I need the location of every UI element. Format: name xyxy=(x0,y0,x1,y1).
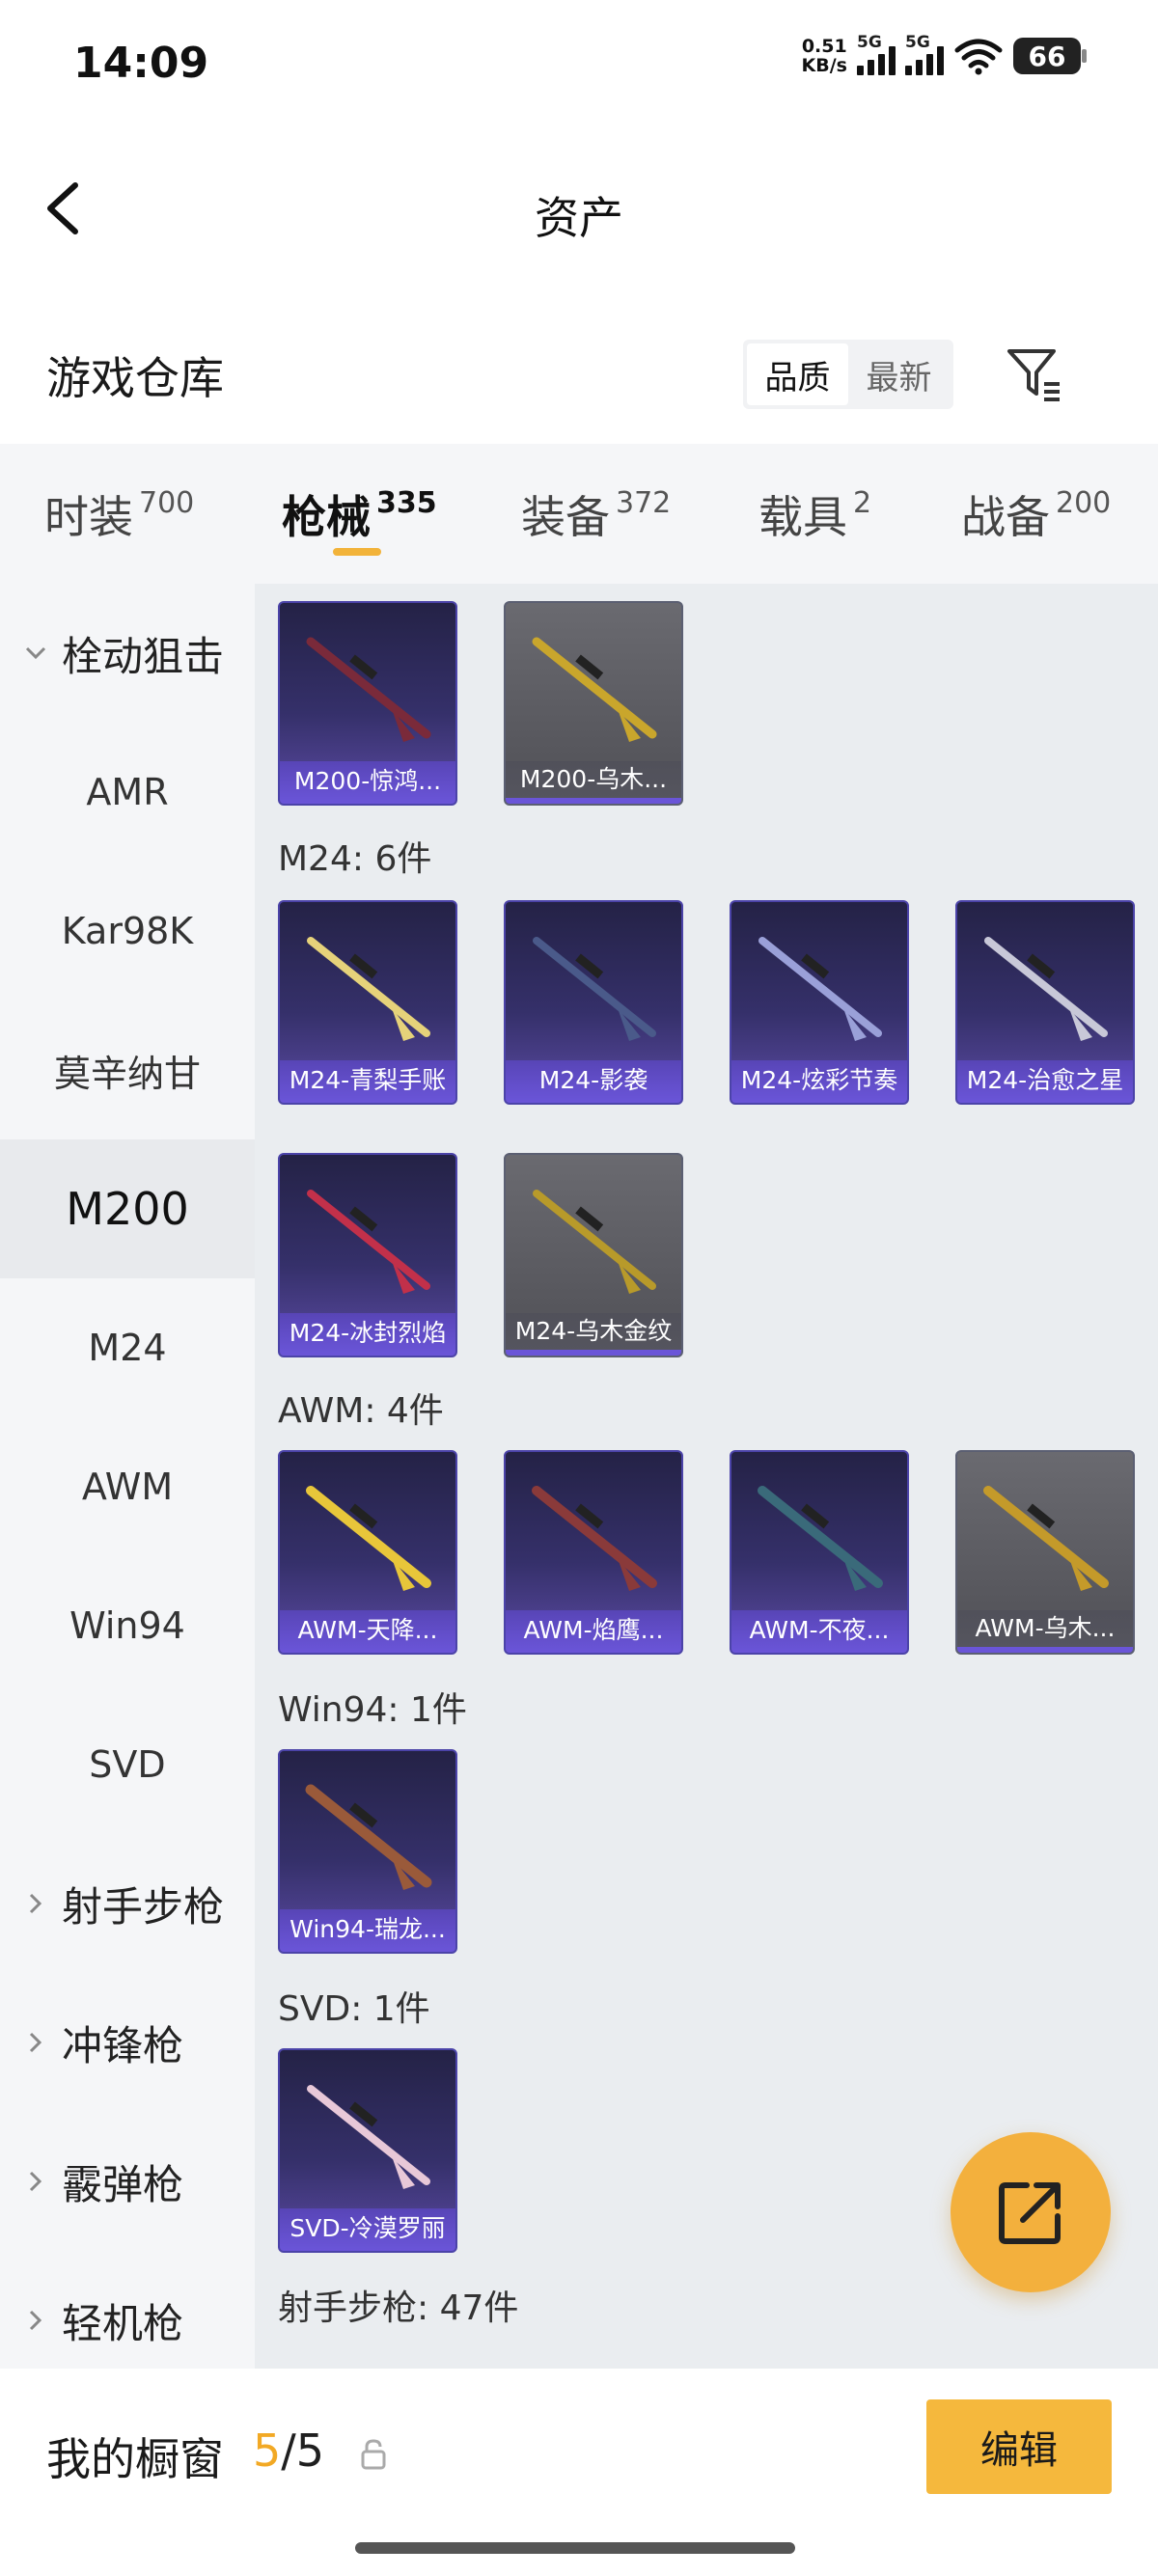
group-label-awm: AWM: 4件 xyxy=(278,1391,444,1431)
weapon-card[interactable]: M24-乌木金纹 xyxy=(504,1153,683,1357)
sidebar-item-mosin[interactable]: 莫辛纳甘 xyxy=(0,1000,255,1139)
share-icon xyxy=(999,2182,1061,2244)
weapon-card[interactable]: M24-青梨手账 xyxy=(278,900,457,1105)
nav-header: 资产 xyxy=(0,154,1158,260)
signal-icon: 5G xyxy=(857,33,896,75)
group-label-win94: Win94: 1件 xyxy=(278,1690,467,1730)
page-title: 资产 xyxy=(535,192,623,244)
sort-option-quality[interactable]: 品质 xyxy=(747,343,848,405)
sidebar-item-kar98k[interactable]: Kar98K xyxy=(0,862,255,1000)
battery-icon: 66 xyxy=(1013,38,1087,74)
weapon-skin-image xyxy=(307,1190,430,1294)
weapon-card[interactable]: Win94-瑞龙... xyxy=(278,1749,457,1954)
sidebar-group-marksman[interactable]: 射手步枪 xyxy=(0,1834,255,1973)
weapon-grid: M200-惊鸿... M200-乌木... M24: 6件 M24-青梨手账 M… xyxy=(255,584,1158,2369)
weapon-skin-image xyxy=(307,937,430,1041)
weapon-card[interactable]: M24-炫彩节奏 xyxy=(730,900,909,1105)
share-button[interactable] xyxy=(951,2132,1111,2292)
weapon-skin-image xyxy=(532,1486,657,1591)
weapon-skin-image xyxy=(983,1486,1109,1591)
showcase-count: 5/5 xyxy=(253,2425,325,2477)
showcase-label: 我的橱窗 xyxy=(46,2433,224,2485)
tab-equipment[interactable]: 装备 372 xyxy=(521,482,671,546)
chevron-right-icon xyxy=(29,2310,42,2331)
weapon-card[interactable]: M200-乌木... xyxy=(504,601,683,806)
tab-supplies[interactable]: 战备 200 xyxy=(961,482,1111,546)
status-bar: 14:09 0.51 KB/s 5G 5G 66 xyxy=(0,0,1158,125)
group-label-m24: M24: 6件 xyxy=(278,839,432,879)
weapon-card[interactable]: M24-影袭 xyxy=(504,900,683,1105)
tab-weapons[interactable]: 枪械 335 xyxy=(282,482,437,546)
weapon-skin-image xyxy=(532,637,657,742)
weapon-skin-image xyxy=(305,1784,432,1890)
weapon-card[interactable]: AWM-天降... xyxy=(278,1450,457,1655)
tab-fashion[interactable]: 时装 700 xyxy=(44,482,194,546)
weapon-card[interactable]: AWM-乌木... xyxy=(955,1450,1135,1655)
sidebar-item-awm[interactable]: AWM xyxy=(0,1417,255,1556)
weapon-skin-image xyxy=(533,937,656,1041)
category-tabs: 时装 700 枪械 335 装备 372 载具 2 战备 200 xyxy=(0,444,1158,584)
network-speed: 0.51 KB/s xyxy=(801,36,847,76)
showcase-bar: 我的橱窗 5/5 编辑 xyxy=(0,2369,1158,2576)
weapon-card[interactable]: M200-惊鸿... xyxy=(278,601,457,806)
wifi-icon xyxy=(954,39,1003,75)
chevron-down-icon xyxy=(25,646,46,660)
weapon-card[interactable]: M24-治愈之星 xyxy=(955,900,1135,1105)
sort-toggle: 品质 最新 xyxy=(743,340,953,409)
sidebar-item-win94[interactable]: Win94 xyxy=(0,1556,255,1695)
weapon-skin-image xyxy=(758,937,882,1041)
lock-icon xyxy=(361,2439,386,2470)
weapon-skin-image xyxy=(758,1486,883,1591)
tab-vehicles[interactable]: 载具 2 xyxy=(758,482,871,546)
home-indicator xyxy=(355,2542,795,2554)
weapon-skin-image xyxy=(307,2085,430,2189)
sidebar-item-amr[interactable]: AMR xyxy=(0,723,255,862)
sidebar-item-m200[interactable]: M200 xyxy=(0,1139,255,1278)
weapon-skin-image xyxy=(306,637,431,742)
sidebar-item-svd[interactable]: SVD xyxy=(0,1695,255,1834)
active-tab-indicator xyxy=(333,548,381,556)
section-title: 游戏仓库 xyxy=(46,352,224,404)
weapon-card[interactable]: AWM-焰鹰... xyxy=(504,1450,683,1655)
sidebar-group-shotgun[interactable]: 霰弹枪 xyxy=(0,2112,255,2251)
filter-icon[interactable] xyxy=(1004,343,1065,405)
chevron-right-icon xyxy=(29,1893,42,1914)
sidebar-group-smg[interactable]: 冲锋枪 xyxy=(0,1973,255,2112)
weapon-skin-image xyxy=(533,1190,656,1294)
status-icons: 0.51 KB/s 5G 5G 66 xyxy=(801,33,1087,76)
group-label-marksman: 射手步枪: 47件 xyxy=(278,2288,519,2328)
sort-option-newest[interactable]: 最新 xyxy=(848,343,950,405)
status-time: 14:09 xyxy=(73,39,209,88)
section-row: 游戏仓库 品质 最新 xyxy=(0,328,1158,425)
weapon-card[interactable]: AWM-不夜... xyxy=(730,1450,909,1655)
weapon-skin-image xyxy=(984,937,1108,1041)
sidebar-item-m24[interactable]: M24 xyxy=(0,1278,255,1417)
sidebar-group-bolt-action[interactable]: 栓动狙击 xyxy=(0,584,255,723)
weapon-type-sidebar: 栓动狙击 AMR Kar98K 莫辛纳甘 M200 M24 AWM Win94 … xyxy=(0,584,255,2369)
chevron-right-icon xyxy=(29,2032,42,2053)
weapon-skin-image xyxy=(306,1486,431,1591)
group-label-svd: SVD: 1件 xyxy=(278,1989,430,2029)
weapon-card[interactable]: SVD-冷漠罗丽 xyxy=(278,2048,457,2253)
signal-icon-2: 5G xyxy=(905,33,944,75)
weapon-card[interactable]: M24-冰封烈焰 xyxy=(278,1153,457,1357)
chevron-right-icon xyxy=(29,2171,42,2192)
edit-button[interactable]: 编辑 xyxy=(926,2399,1112,2494)
